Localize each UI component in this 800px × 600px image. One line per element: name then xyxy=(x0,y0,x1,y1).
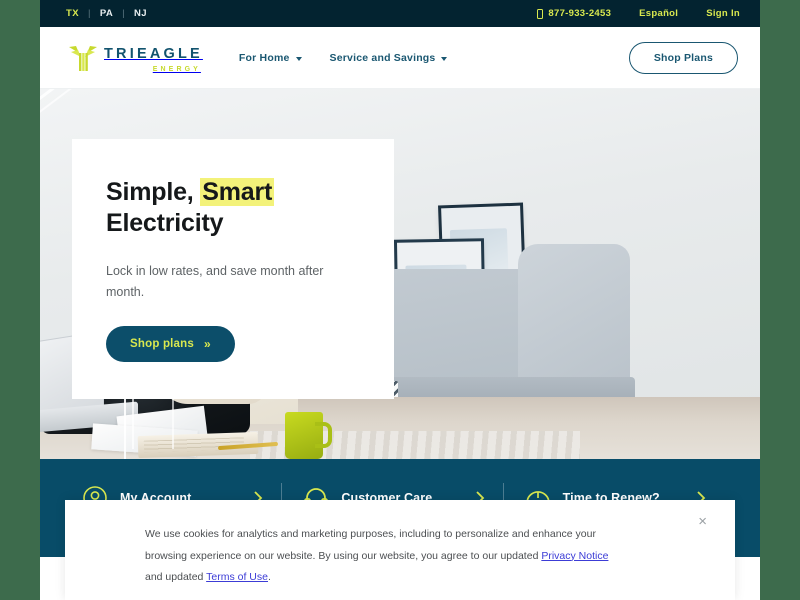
chevron-down-icon xyxy=(295,56,302,61)
hero-title-pre: Simple, xyxy=(106,178,201,206)
hero-cta-label: Shop plans xyxy=(130,338,194,351)
phone-number: 877-933-2453 xyxy=(548,8,612,19)
sign-in-link[interactable]: Sign In xyxy=(706,8,740,19)
light-streak xyxy=(124,389,126,459)
utility-bar: TX | PA | NJ 877-933-2453 Español Sign I… xyxy=(40,0,760,27)
utility-bar-right: 877-933-2453 Español Sign In xyxy=(537,8,740,19)
nav-item-label: For Home xyxy=(238,51,290,64)
state-separator: | xyxy=(87,8,91,19)
privacy-notice-link[interactable]: Privacy Notice xyxy=(541,550,608,562)
brand-logo[interactable]: TRIEAGLE ENERGY xyxy=(68,42,203,73)
hero-subtitle: Lock in low rates, and save month after … xyxy=(106,264,324,299)
nav-item-for-home[interactable]: For Home xyxy=(239,52,302,64)
hero-title: Simple, Smart Electricity xyxy=(106,177,360,239)
hero-shop-plans-button[interactable]: Shop plans » xyxy=(106,326,235,363)
hero-title-highlight: Smart xyxy=(200,178,275,206)
hero-section: Simple, Smart Electricity Lock in low ra… xyxy=(40,89,760,459)
state-link-pa[interactable]: PA xyxy=(98,8,115,19)
cookie-banner-text: We use cookies for analytics and marketi… xyxy=(145,524,625,589)
shop-plans-button[interactable]: Shop Plans xyxy=(628,41,738,74)
state-separator: | xyxy=(122,8,125,19)
cookie-text-part-1: We use cookies for analytics and marketi… xyxy=(145,528,596,562)
eagle-logo-icon xyxy=(69,46,97,72)
state-link-tx[interactable]: TX xyxy=(64,8,81,19)
nav-links: For Home Service and Savings xyxy=(239,52,448,64)
brand-tagline: ENERGY xyxy=(152,65,201,73)
cookie-text-part-2: and updated xyxy=(145,571,207,584)
hero-card: Simple, Smart Electricity Lock in low ra… xyxy=(72,139,394,399)
state-link-nj[interactable]: NJ xyxy=(132,8,149,19)
main-navigation: TRIEAGLE ENERGY For Home Service and Sav… xyxy=(40,27,760,89)
cookie-text-part-3: . xyxy=(267,571,271,584)
terms-of-use-link[interactable]: Terms of Use xyxy=(206,571,268,583)
close-icon[interactable]: × xyxy=(698,514,707,529)
phone-link[interactable]: 877-933-2453 xyxy=(537,8,611,19)
hero-title-post: Electricity xyxy=(106,209,224,237)
espanol-link[interactable]: Español xyxy=(639,8,678,19)
double-chevron-right-icon: » xyxy=(203,337,211,352)
brand-logo-text: TRIEAGLE ENERGY xyxy=(104,42,203,73)
cookie-consent-banner: × We use cookies for analytics and marke… xyxy=(65,500,735,600)
page-container: TX | PA | NJ 877-933-2453 Español Sign I… xyxy=(40,0,760,600)
couch-arm xyxy=(518,244,630,399)
brand-name: TRIEAGLE xyxy=(104,46,203,63)
nav-item-label: Service and Savings xyxy=(329,51,436,64)
state-selector: TX | PA | NJ xyxy=(64,8,149,19)
phone-icon xyxy=(537,8,544,19)
chevron-down-icon xyxy=(441,56,448,61)
nav-item-service-and-savings[interactable]: Service and Savings xyxy=(330,52,448,64)
light-streak xyxy=(172,394,174,449)
green-mug xyxy=(285,412,332,459)
